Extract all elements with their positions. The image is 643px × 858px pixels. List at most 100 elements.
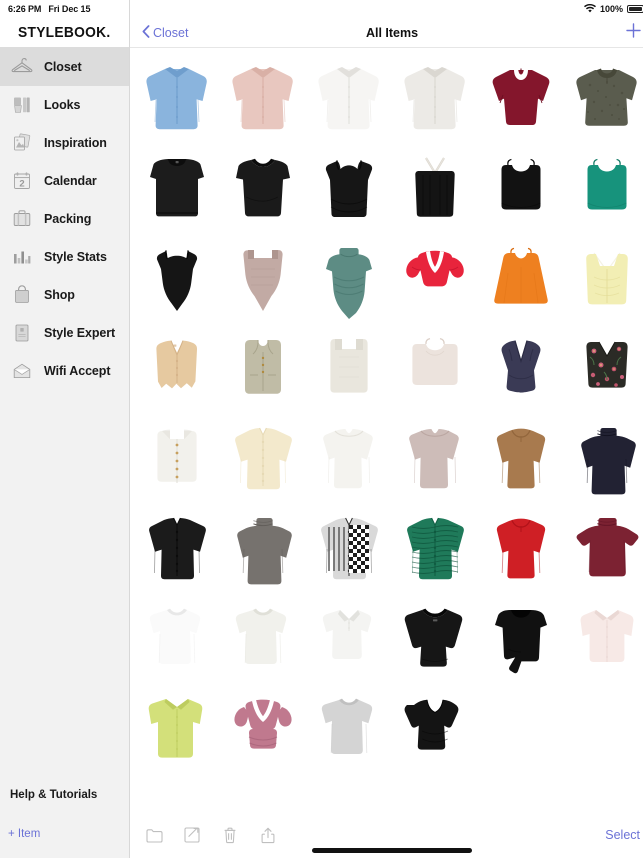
calendar-icon: 2 [10,168,34,194]
closet-item-black-strappy-cami[interactable] [392,144,478,234]
navigation-bar: Closet All Items [130,18,643,48]
bottom-toolbar: Select [130,812,643,858]
closet-item-white-button-front-tank[interactable] [134,414,220,504]
sidebar-item-closet-label: Closet [44,60,82,74]
envelope-icon [10,358,34,384]
closet-item-cream-ribbed-cardigan[interactable] [220,414,306,504]
battery-full-icon [627,4,643,14]
shopping-bag-icon [10,282,34,308]
folder-button[interactable] [144,824,164,846]
closet-item-white-boxy-blouse[interactable] [220,594,306,684]
closet-item-black-tie-waist-top[interactable] [478,594,564,684]
sidebar-item-shop[interactable]: Shop [0,276,129,314]
sidebar: 6:26 PM Fri Dec 15 STYLEBOOK. Closet Loo… [0,0,130,858]
sidebar-item-inspiration[interactable]: Inspiration [0,124,129,162]
closet-item-black-scoop-neck-tank[interactable] [220,144,306,234]
closet-item-checkered-patchwork-cardigan[interactable] [306,504,392,594]
select-button[interactable]: Select [605,828,640,842]
share-button[interactable] [258,824,278,846]
chevron-left-icon [142,24,150,41]
closet-item-black-three-quarter-sleeve-top[interactable] [392,594,478,684]
closet-item-black-crop-top[interactable] [478,144,564,234]
back-button-label: Closet [153,25,189,40]
closet-item-mauve-square-neck-top[interactable] [392,414,478,504]
photos-icon [10,130,34,156]
closet-item-lime-green-camp-shirt[interactable] [134,684,220,774]
closet-item-black-sleeveless-mock-neck[interactable] [134,144,220,234]
edit-button[interactable] [182,824,202,846]
help-and-tutorials-link[interactable]: Help & Tutorials [0,780,129,810]
sidebar-item-inspiration-label: Inspiration [44,136,107,150]
bar-chart-icon [10,244,34,270]
closet-item-white-polo-shirt[interactable] [306,594,392,684]
closet-item-black-camisole[interactable] [306,144,392,234]
sidebar-item-wifi-accept[interactable]: Wifi Accept [0,352,129,390]
closet-item-black-floral-embroidered-top[interactable] [564,324,643,414]
closet-item-red-puff-sleeve-top[interactable] [392,234,478,324]
closet-item-blush-crop-tank[interactable] [392,324,478,414]
sidebar-item-calendar-label: Calendar [44,174,97,188]
closet-item-white-collared-blouse[interactable] [392,54,478,144]
closet-item-olive-linen-vest[interactable] [220,324,306,414]
sidebar-item-style-expert-label: Style Expert [44,326,116,340]
closet-item-black-wrap-crop-top[interactable] [392,684,478,774]
closet-item-dark-floral-print-blouse[interactable] [564,54,643,144]
sidebar-item-closet[interactable]: Closet [0,48,129,86]
sidebar-item-style-expert[interactable]: Style Expert [0,314,129,352]
sidebar-item-style-stats[interactable]: Style Stats [0,238,129,276]
closet-item-pink-button-up-shirt[interactable] [220,54,306,144]
status-bar-right: 100% [130,0,643,18]
closet-item-taupe-square-neck-bodysuit[interactable] [220,234,306,324]
main-content: 100% Closet All Items Select [130,0,643,858]
closet-item-tan-knit-vest[interactable] [134,324,220,414]
closet-item-sage-ruched-bodysuit[interactable] [306,234,392,324]
closet-item-burgundy-keyhole-top[interactable] [478,54,564,144]
outfit-icon [10,92,34,118]
closet-item-pale-yellow-ruched-tank[interactable] [564,234,643,324]
delete-button[interactable] [220,824,240,846]
plus-icon[interactable] [625,22,642,43]
closet-item-white-sweetheart-top[interactable] [306,414,392,504]
app-logo: STYLEBOOK. [0,18,129,48]
sidebar-item-packing[interactable]: Packing [0,200,129,238]
closet-item-light-blue-button-up-shirt[interactable] [134,54,220,144]
closet-item-navy-turtleneck-sweater[interactable] [564,414,643,504]
closet-item-grey-mock-neck-sweater[interactable] [220,504,306,594]
closet-item-grey-crew-neck-tee[interactable] [306,684,392,774]
closet-item-black-button-cardigan[interactable] [134,504,220,594]
suitcase-icon [10,206,34,232]
closet-item-camel-split-neck-sweater[interactable] [478,414,564,504]
sidebar-item-looks[interactable]: Looks [0,86,129,124]
closet-item-teal-halter-crop-top[interactable] [564,144,643,234]
closet-item-white-crew-neck-tee[interactable] [134,594,220,684]
svg-text:2: 2 [19,178,24,189]
closet-item-burgundy-short-sleeve-turtleneck[interactable] [564,504,643,594]
add-item-button[interactable]: + Item [0,810,129,858]
closet-item-navy-draped-top[interactable] [478,324,564,414]
sidebar-item-wifi-accept-label: Wifi Accept [44,364,111,378]
sidebar-item-calendar[interactable]: 2 Calendar [0,162,129,200]
status-time: 6:26 PM [8,4,42,14]
closet-item-cream-square-neck-tank[interactable] [306,324,392,414]
stylebook-app: 6:26 PM Fri Dec 15 STYLEBOOK. Closet Loo… [0,0,643,858]
hanger-icon [10,54,34,80]
book-icon [10,320,34,346]
app-logo-text: STYLEBOOK. [18,24,111,41]
closet-item-orange-flowy-tank[interactable] [478,234,564,324]
wifi-icon [583,3,596,15]
status-date: Fri Dec 15 [48,4,91,14]
page-title: All Items [365,25,419,40]
back-button[interactable]: Closet [142,24,189,41]
closet-item-black-bodysuit[interactable] [134,234,220,324]
closet-item-grid [130,48,643,812]
closet-item-white-silk-blouse[interactable] [306,54,392,144]
closet-item-green-textured-cardigan[interactable] [392,504,478,594]
closet-item-red-crew-neck-sweater[interactable] [478,504,564,594]
home-indicator [312,848,472,853]
sidebar-item-looks-label: Looks [44,98,81,112]
sidebar-item-packing-label: Packing [44,212,92,226]
closet-item-pink-ruffled-peplum-top[interactable] [220,684,306,774]
sidebar-nav: Closet Looks Inspiration 2 Calendar Pack… [0,48,129,390]
closet-item-pale-pink-boxy-shirt[interactable] [564,594,643,684]
